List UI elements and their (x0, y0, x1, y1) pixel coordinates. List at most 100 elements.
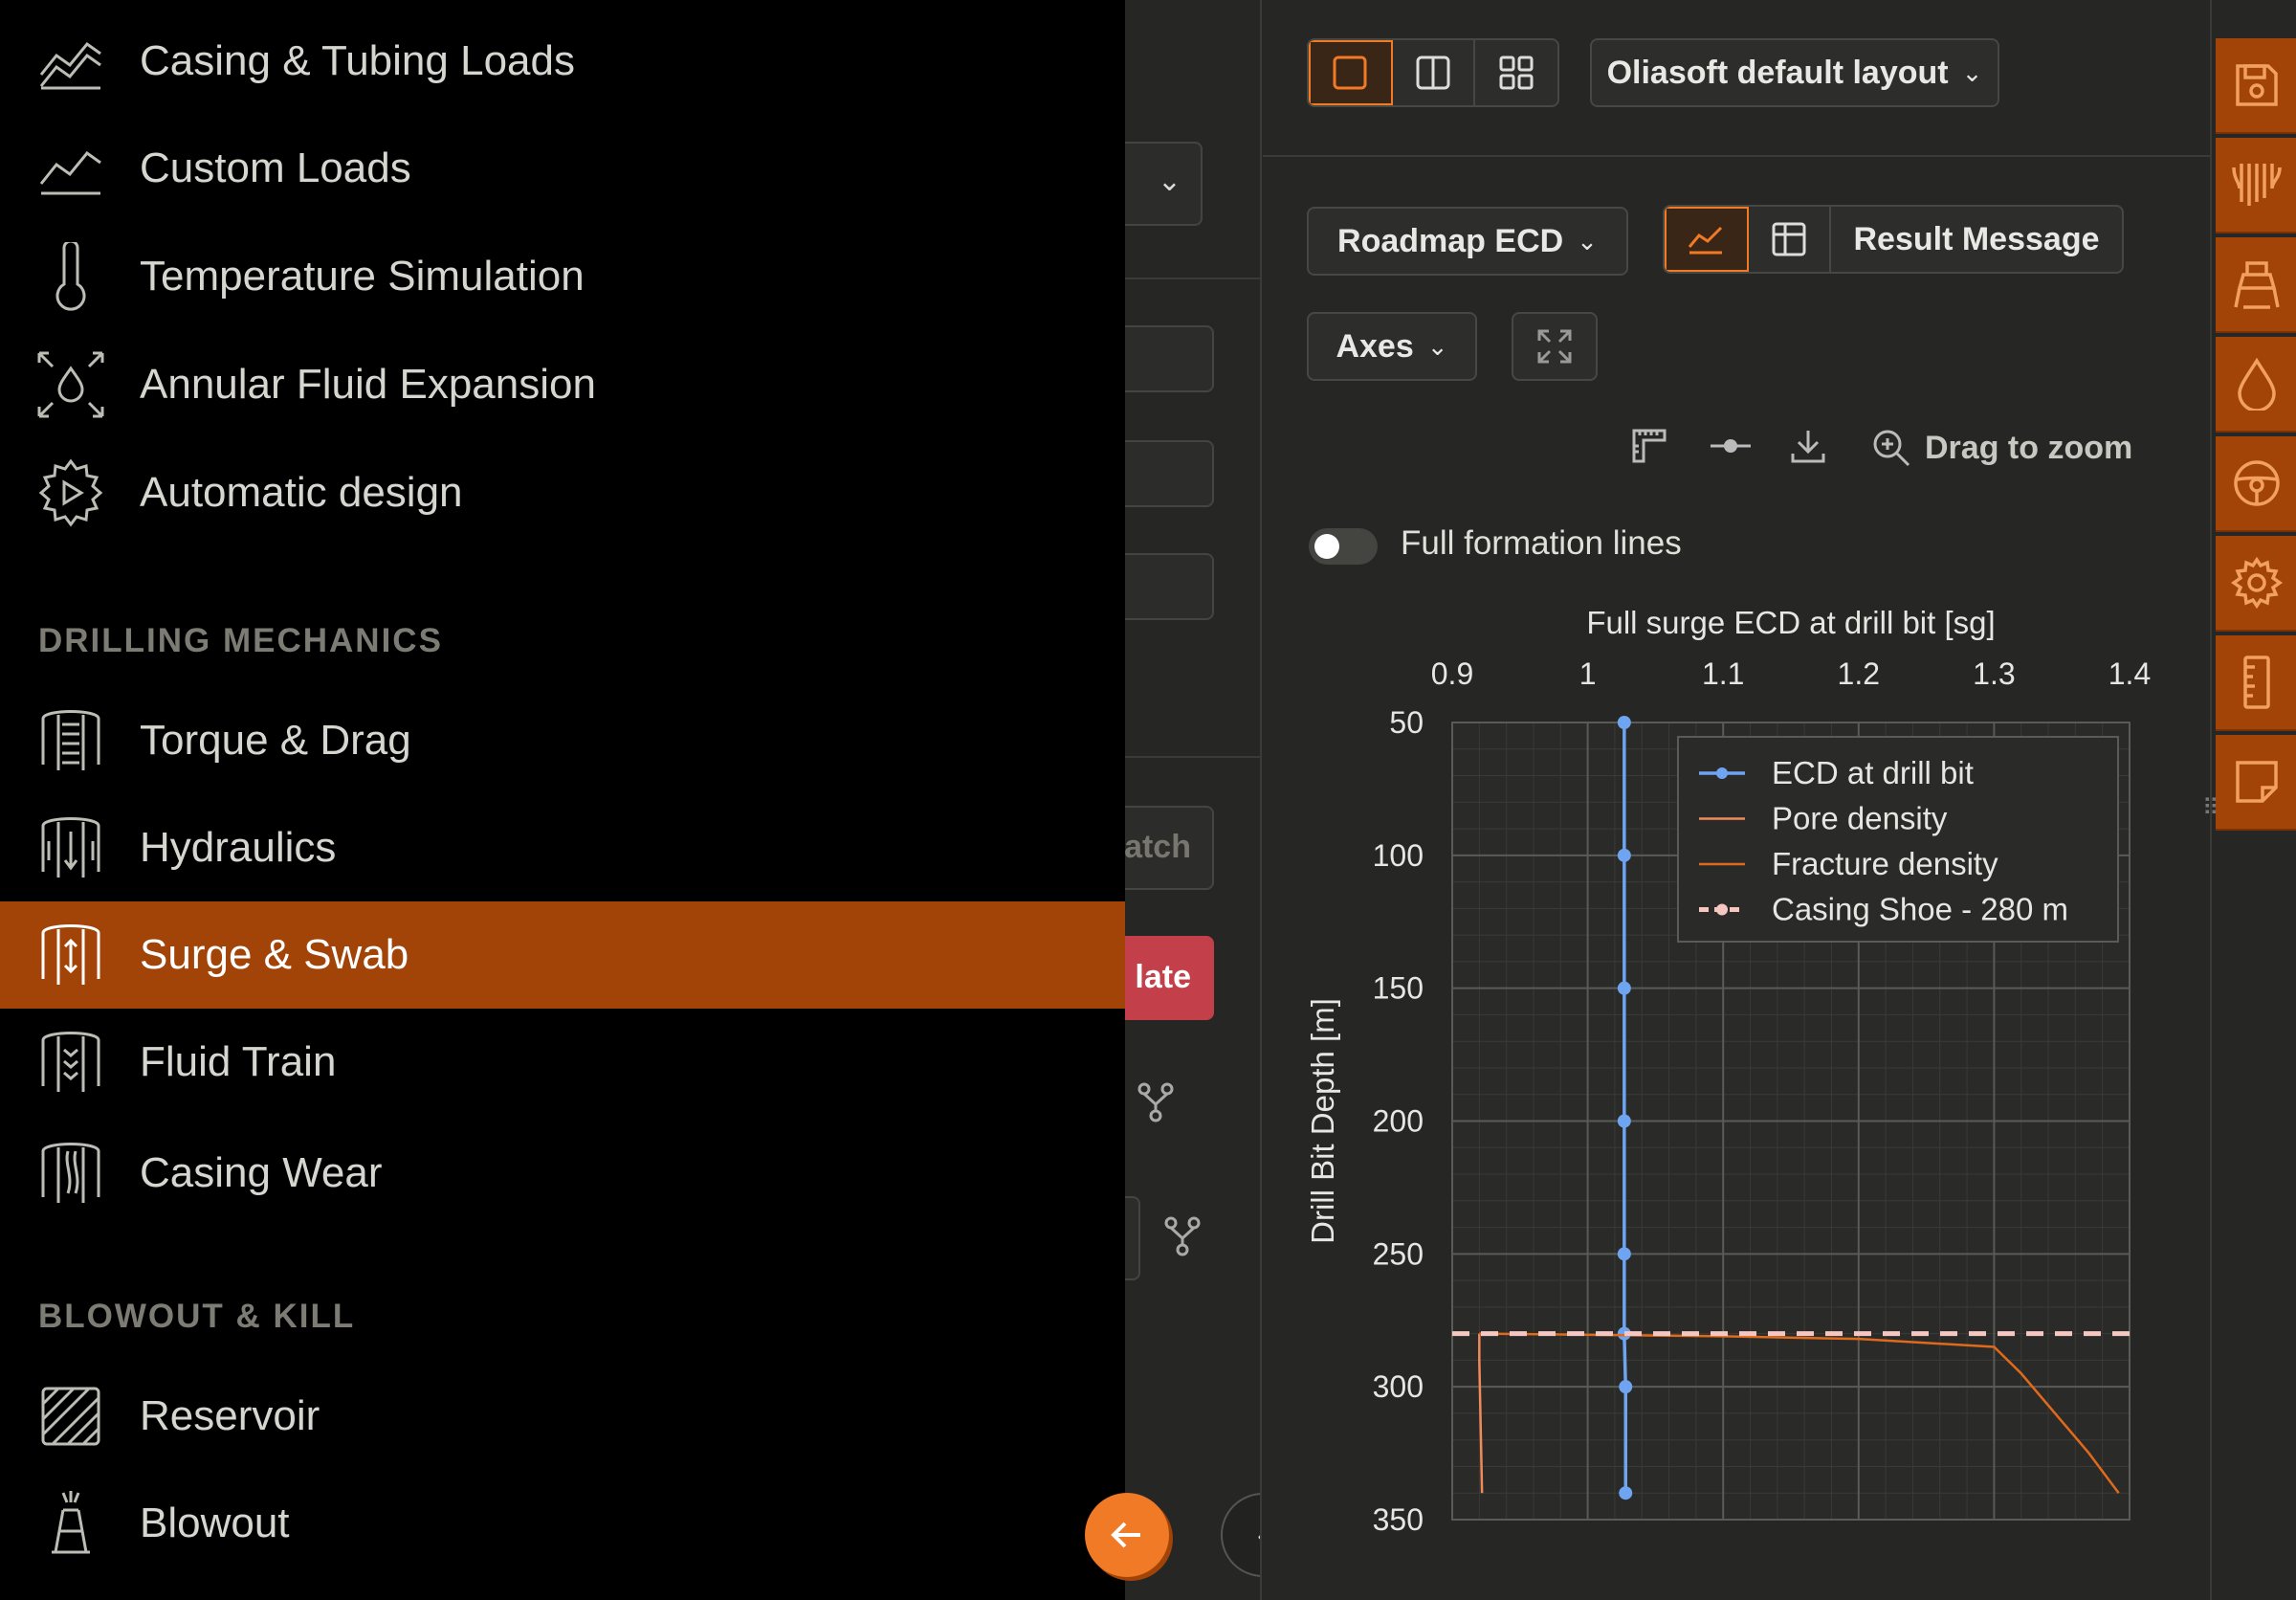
module-sidebar: Casing & Tubing Loads Custom Loads Tempe… (0, 0, 1125, 1600)
nav-surge-swab[interactable]: Surge & Swab (0, 901, 1125, 1009)
nav-custom-loads[interactable]: Custom Loads (0, 115, 1125, 222)
layout-single-button[interactable] (1309, 40, 1393, 105)
drag-to-zoom-button[interactable]: Drag to zoom (1871, 421, 2132, 475)
x-tick-label: 1.4 (2108, 656, 2151, 691)
result-message-button[interactable]: Result Message (1831, 207, 2122, 272)
rail-save-button[interactable] (2216, 38, 2296, 134)
zoom-in-icon (1873, 430, 1910, 467)
rail-ruler-button[interactable] (2216, 635, 2296, 731)
input-partial-3[interactable] (1125, 553, 1214, 620)
ecd-data-point (1619, 1380, 1633, 1394)
full-formation-label: Full formation lines (1401, 524, 1682, 562)
input-partial-1[interactable] (1125, 325, 1214, 392)
calculate-button-label: late (1135, 959, 1191, 995)
toggle-knob (1314, 534, 1339, 559)
blowout-icon (34, 1487, 107, 1560)
nav-casing-wear[interactable]: Casing Wear (0, 1120, 1125, 1227)
save-icon (2236, 64, 2278, 106)
layout-grid-button[interactable] (1475, 40, 1557, 105)
single-pane-icon (1333, 56, 1367, 90)
layout-select[interactable]: Oliasoft default layout ⌄ (1590, 38, 1999, 107)
rail-settings-button[interactable] (2216, 536, 2296, 632)
branch-icon[interactable] (1137, 1081, 1175, 1128)
rig-icon (2234, 261, 2280, 309)
nav-label: Annular Fluid Expansion (140, 361, 596, 408)
wellbore-icon (2232, 164, 2282, 206)
view-table-button[interactable] (1749, 207, 1831, 272)
section-heading-blowout: BLOWOUT & KILL (38, 1298, 356, 1335)
nav-label: Surge & Swab (140, 931, 409, 978)
thermometer-icon (34, 240, 107, 313)
x-tick-label: 1.1 (1702, 656, 1744, 691)
nav-temperature-simulation[interactable]: Temperature Simulation (0, 223, 1125, 330)
main-area: Oliasoft default layout ⌄ Roadmap ECD ⌄ … (1263, 0, 2210, 1600)
layout-switcher (1307, 38, 1559, 107)
ecd-data-point (1617, 1114, 1631, 1128)
dropdown-partial[interactable]: ⌄ (1125, 142, 1203, 226)
chevron-down-icon: ⌄ (1961, 57, 1983, 87)
branch-icon-2[interactable] (1163, 1215, 1202, 1262)
rail-wellbore-button[interactable] (2216, 138, 2296, 233)
nav-label: Fluid Train (140, 1038, 337, 1085)
download-icon[interactable] (1789, 427, 1827, 470)
sticky-note-icon (2236, 761, 2278, 803)
nav-label: Casing Wear (140, 1149, 383, 1196)
fullscreen-button[interactable] (1512, 312, 1598, 381)
input-partial-2[interactable] (1125, 440, 1214, 507)
axes-select[interactable]: Axes ⌄ (1307, 312, 1477, 381)
rail-notes-button[interactable] (2216, 735, 2296, 831)
legend-label: ECD at drill bit (1772, 755, 1974, 790)
batch-button[interactable]: atch (1125, 806, 1214, 890)
rail-fluid-button[interactable] (2216, 337, 2296, 433)
batch-button-label: atch (1125, 829, 1191, 865)
nav-casing-tubing-loads[interactable]: Casing & Tubing Loads (0, 8, 1125, 115)
nav-label: Hydraulics (140, 824, 337, 871)
view-chart-button[interactable] (1665, 207, 1749, 272)
fluid-train-icon (34, 1026, 107, 1099)
nav-label: Casing & Tubing Loads (140, 37, 575, 84)
nav-torque-drag[interactable]: Torque & Drag (0, 687, 1125, 794)
x-axis-title: Full surge ECD at drill bit [sg] (1586, 605, 1995, 640)
x-tick-label: 1.2 (1838, 656, 1880, 691)
series-line-ecd (1623, 722, 1627, 1494)
layout-split-button[interactable] (1393, 40, 1475, 105)
collapse-panel-button[interactable]: ‹ (1221, 1493, 1260, 1577)
drag-to-zoom-label: Drag to zoom (1925, 429, 2133, 466)
chevron-down-icon: ⌄ (1577, 226, 1598, 256)
calculate-button[interactable]: late (1125, 936, 1214, 1020)
nav-reservoir[interactable]: Reservoir (0, 1363, 1125, 1470)
area-chart-icon (34, 25, 107, 98)
chart-legend: ECD at drill bit Pore density Fracture den… (1677, 736, 2119, 943)
nav-fluid-train[interactable]: Fluid Train (0, 1009, 1125, 1116)
ecd-data-point (1617, 716, 1631, 729)
app-root: ⌄ atch late ‹ (0, 0, 2296, 1600)
nav-label: Torque & Drag (140, 717, 411, 764)
rail-rig-button[interactable] (2216, 237, 2296, 333)
ecd-data-point (1619, 1486, 1633, 1500)
layout-select-label: Oliasoft default layout (1606, 54, 1949, 91)
point-marker-icon[interactable] (1709, 427, 1753, 470)
ecd-chart: 0.9 1 1.1 1.2 1.3 1.4 50 100 150 200 250 300 350 Full… (1305, 605, 2151, 1537)
section-heading-drilling: DRILLING MECHANICS (38, 622, 443, 659)
steering-wheel-icon (2234, 460, 2280, 506)
input-partial-4[interactable] (1125, 1196, 1140, 1280)
drag-handle-icon[interactable]: ⠿ (2202, 794, 2219, 822)
nav-annular-fluid-expansion[interactable]: Annular Fluid Expansion (0, 331, 1125, 438)
legend-marker (1716, 767, 1728, 779)
y-tick-label: 100 (1373, 838, 1424, 873)
close-sidebar-button[interactable] (1085, 1493, 1169, 1577)
rail-steering-button[interactable] (2216, 436, 2296, 532)
nav-automatic-design[interactable]: Automatic design (0, 439, 1125, 546)
nav-label: Reservoir (140, 1392, 320, 1439)
nav-blowout[interactable]: Blowout (0, 1470, 1125, 1577)
nav-hydraulics[interactable]: Hydraulics (0, 794, 1125, 901)
full-formation-toggle[interactable] (1309, 528, 1378, 565)
casing-wear-icon (34, 1137, 107, 1210)
nav-label: Custom Loads (140, 144, 411, 191)
x-tick-label: 1 (1579, 656, 1597, 691)
chart-select[interactable]: Roadmap ECD ⌄ (1307, 207, 1628, 276)
chart-select-label: Roadmap ECD (1337, 222, 1564, 259)
divider (1263, 155, 2210, 157)
x-tick-label: 1.3 (1973, 656, 2015, 691)
ruler-icon[interactable] (1630, 427, 1668, 470)
